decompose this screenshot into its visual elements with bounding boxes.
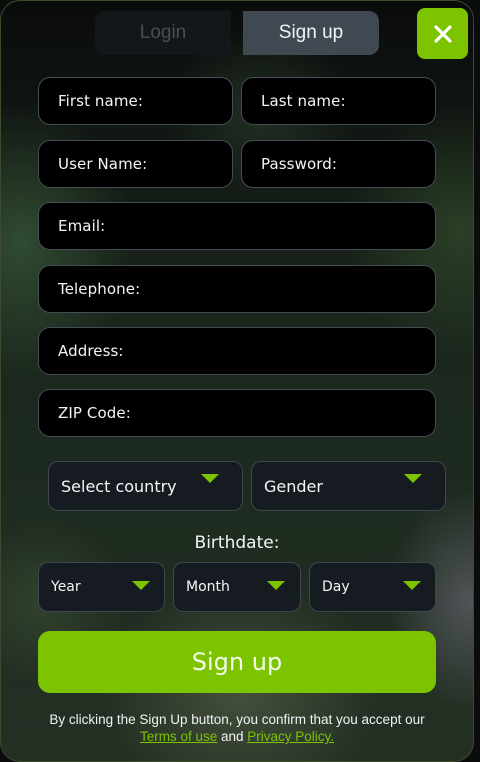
chevron-down-icon bbox=[201, 474, 219, 483]
gender-select[interactable]: Gender bbox=[251, 461, 446, 511]
day-select[interactable]: Day bbox=[309, 562, 436, 612]
telephone-field[interactable]: Telephone: bbox=[38, 265, 436, 313]
country-select-value: Select country bbox=[61, 476, 177, 496]
privacy-policy-link[interactable]: Privacy Policy. bbox=[247, 729, 334, 744]
year-select-value: Year bbox=[51, 579, 81, 595]
last-name-label: Last name: bbox=[261, 92, 346, 110]
month-select-value: Month bbox=[186, 579, 230, 595]
tab-signup[interactable]: Sign up bbox=[243, 11, 379, 55]
zip-code-field[interactable]: ZIP Code: bbox=[38, 389, 436, 437]
birthdate-label: Birthdate: bbox=[194, 533, 280, 553]
signup-modal: Login Sign up First name: Last name: Use… bbox=[0, 0, 474, 762]
telephone-label: Telephone: bbox=[58, 280, 141, 298]
user-name-field[interactable]: User Name: bbox=[38, 140, 233, 188]
close-button[interactable] bbox=[417, 8, 468, 59]
year-select[interactable]: Year bbox=[38, 562, 165, 612]
first-name-label: First name: bbox=[58, 92, 144, 110]
chevron-down-icon bbox=[403, 581, 421, 590]
address-field[interactable]: Address: bbox=[38, 327, 436, 375]
address-label: Address: bbox=[58, 342, 124, 360]
country-select[interactable]: Select country bbox=[48, 461, 243, 511]
tab-login[interactable]: Login bbox=[95, 11, 231, 55]
chevron-down-icon bbox=[267, 581, 285, 590]
last-name-field[interactable]: Last name: bbox=[241, 77, 436, 125]
gender-select-value: Gender bbox=[264, 476, 323, 496]
terms-notice: By clicking the Sign Up button, you conf… bbox=[1, 711, 473, 745]
chevron-down-icon bbox=[404, 474, 422, 483]
password-label: Password: bbox=[261, 155, 338, 173]
chevron-down-icon bbox=[132, 581, 150, 590]
signup-submit-button[interactable]: Sign up bbox=[38, 631, 436, 693]
zip-code-label: ZIP Code: bbox=[58, 404, 131, 422]
email-label: Email: bbox=[58, 217, 106, 235]
password-field[interactable]: Password: bbox=[241, 140, 436, 188]
month-select[interactable]: Month bbox=[173, 562, 301, 612]
close-icon bbox=[433, 24, 452, 43]
terms-of-use-link[interactable]: Terms of use bbox=[140, 729, 217, 744]
email-field[interactable]: Email: bbox=[38, 202, 436, 250]
day-select-value: Day bbox=[322, 579, 350, 595]
auth-tabs: Login Sign up bbox=[95, 11, 379, 55]
terms-and-text: and bbox=[220, 729, 244, 744]
first-name-field[interactable]: First name: bbox=[38, 77, 233, 125]
terms-text: By clicking the Sign Up button, you conf… bbox=[49, 712, 425, 727]
user-name-label: User Name: bbox=[58, 155, 148, 173]
